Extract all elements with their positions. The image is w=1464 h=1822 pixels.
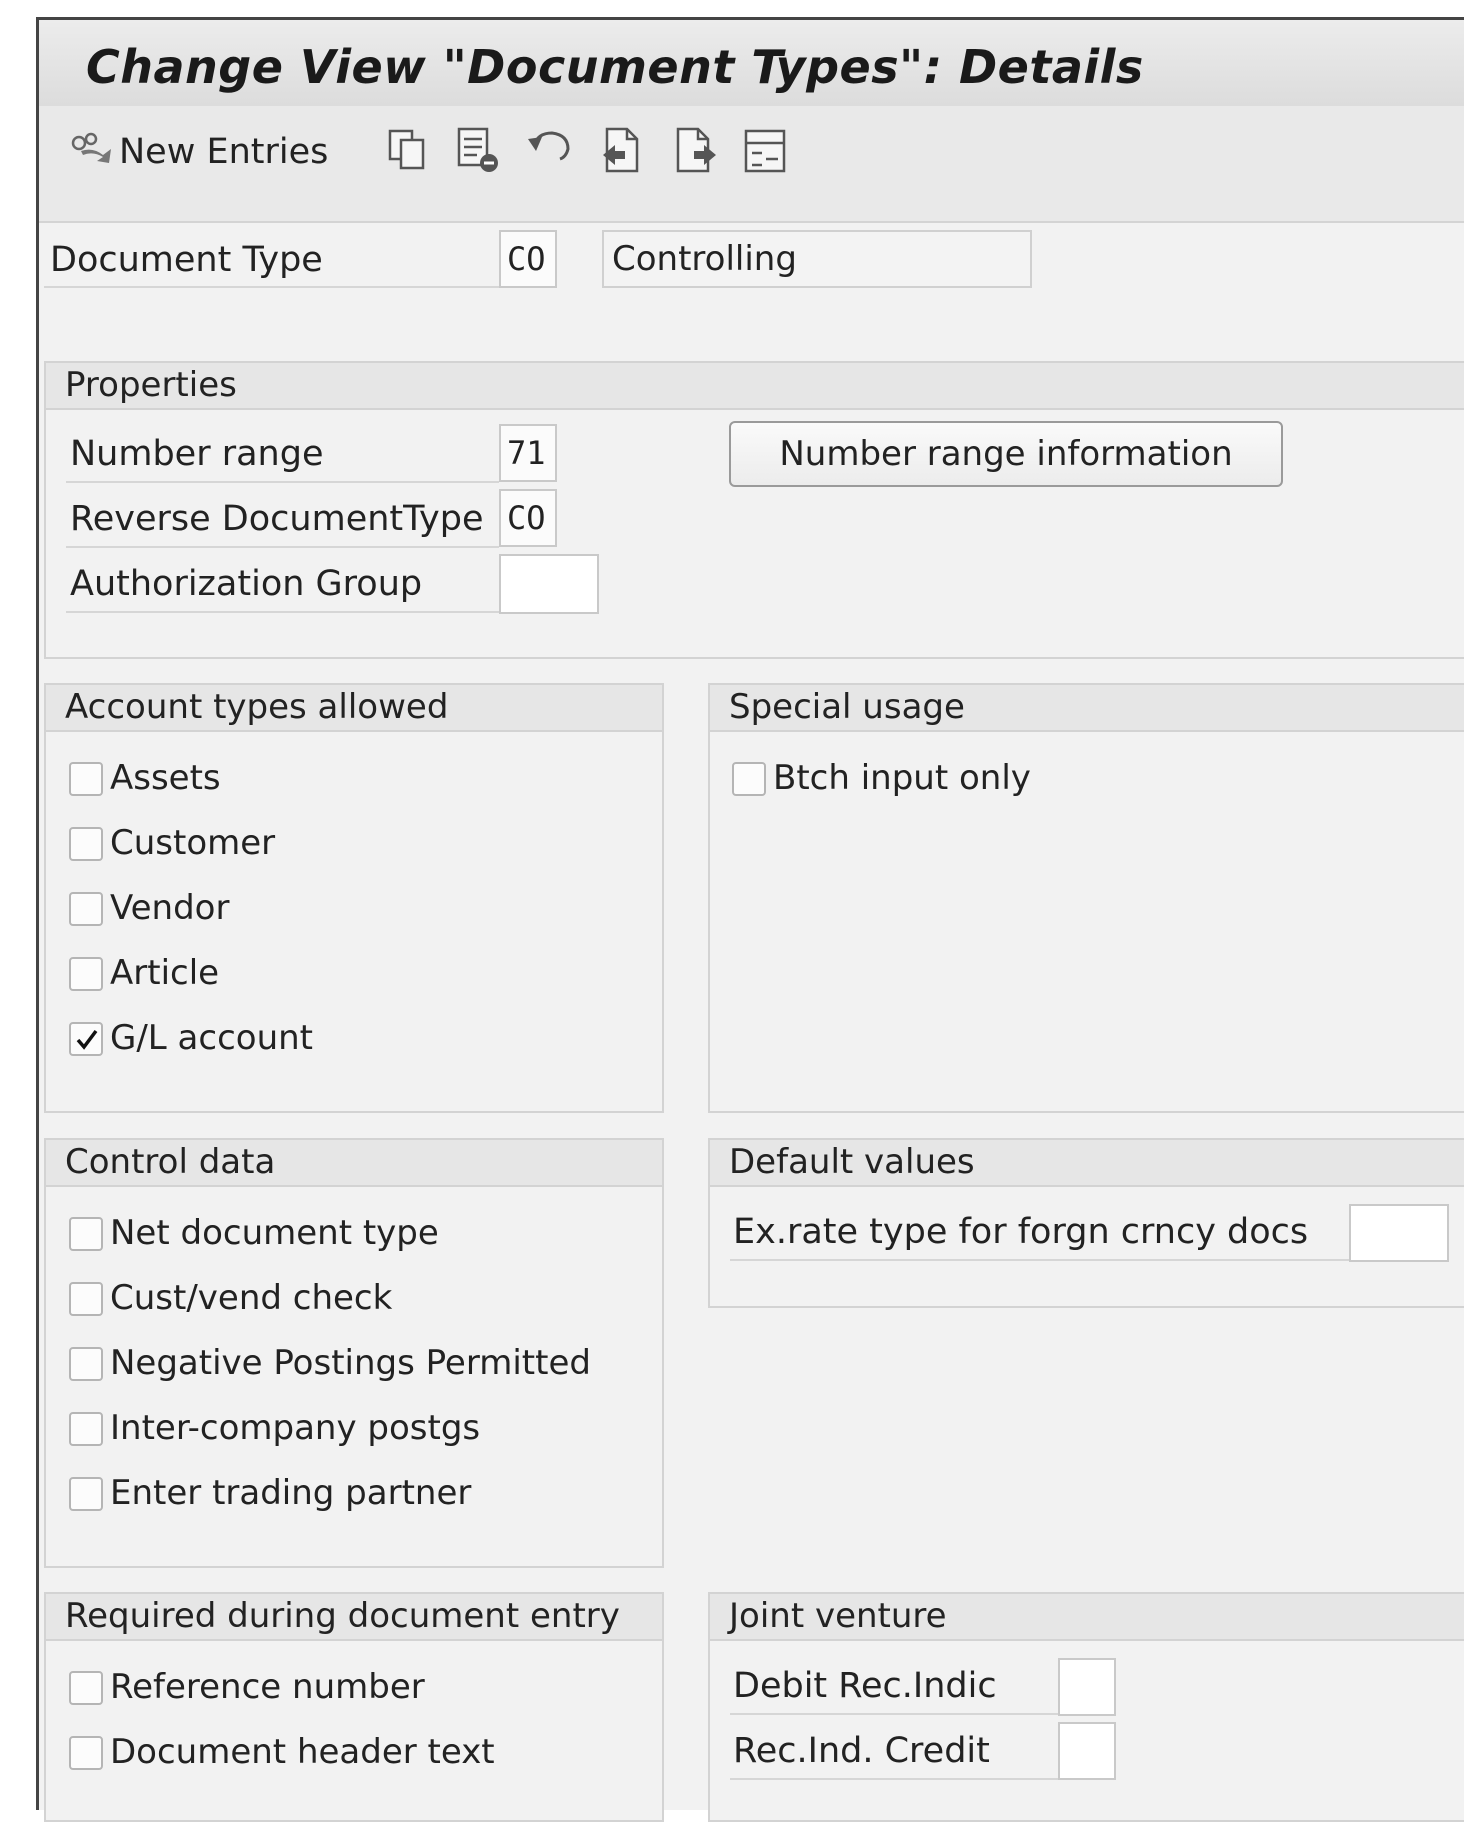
debit-rec-indic-field[interactable] (1058, 1658, 1116, 1716)
account-type-checkbox[interactable] (69, 957, 103, 991)
account-type-label: G/L account (110, 1018, 314, 1058)
next-entry-icon[interactable] (673, 124, 719, 176)
account-types-header: Account types allowed (46, 685, 662, 732)
special-usage-header: Special usage (710, 685, 1464, 732)
account-types-heading: Account types allowed (65, 687, 449, 727)
row-divider (44, 286, 499, 288)
reverse-doc-type-field[interactable]: CO (499, 489, 557, 547)
account-type-checkbox[interactable] (69, 1022, 103, 1056)
authorization-group-label: Authorization Group (70, 564, 423, 604)
control-data-label: Net document type (110, 1213, 439, 1253)
joint-venture-heading: Joint venture (729, 1596, 947, 1636)
control-data-label: Inter-company postgs (110, 1408, 481, 1448)
copy-icon[interactable] (385, 126, 431, 174)
page-title: Change View "Document Types": Details (86, 40, 1144, 94)
control-data-label: Cust/vend check (110, 1278, 393, 1318)
row-divider (730, 1713, 1058, 1715)
special-usage-group: Special usage (708, 683, 1464, 1113)
delete-icon[interactable] (454, 124, 504, 176)
previous-entry-icon[interactable] (598, 124, 644, 176)
row-divider (730, 1259, 1349, 1261)
account-type-label: Vendor (110, 888, 230, 928)
account-type-checkbox[interactable] (69, 827, 103, 861)
document-type-description: Controlling (602, 230, 1032, 288)
control-data-checkbox[interactable] (69, 1217, 103, 1251)
default-values-header: Default values (710, 1140, 1464, 1187)
new-entries-button[interactable]: New Entries (119, 132, 328, 172)
required-entry-checkbox[interactable] (69, 1736, 103, 1770)
row-divider (66, 611, 499, 613)
properties-header: Properties (46, 363, 1464, 410)
document-type-field[interactable]: CO (499, 230, 557, 288)
document-type-label: Document Type (50, 240, 323, 280)
control-data-checkbox[interactable] (69, 1412, 103, 1446)
account-type-label: Assets (110, 758, 221, 798)
number-range-label: Number range (70, 434, 324, 474)
account-type-checkbox[interactable] (69, 762, 103, 796)
required-entry-heading: Required during document entry (65, 1596, 620, 1636)
special-usage-heading: Special usage (729, 687, 965, 727)
title-bar: Change View "Document Types": Details (39, 20, 1464, 106)
control-data-header: Control data (46, 1140, 662, 1187)
row-divider (66, 481, 499, 483)
special-usage-label: Btch input only (773, 758, 1031, 798)
debit-rec-indic-label: Debit Rec.Indic (733, 1666, 997, 1706)
required-entry-label: Document header text (110, 1732, 495, 1772)
account-type-label: Customer (110, 823, 276, 863)
required-entry-group: Required during document entry (44, 1592, 664, 1822)
control-data-checkbox[interactable] (69, 1347, 103, 1381)
joint-venture-header: Joint venture (710, 1594, 1464, 1641)
rec-ind-credit-field[interactable] (1058, 1722, 1116, 1780)
authorization-group-field[interactable] (499, 554, 599, 614)
checkmark-icon (76, 1029, 98, 1050)
undo-icon[interactable] (525, 126, 575, 170)
reverse-doc-type-label: Reverse DocumentType (70, 499, 484, 539)
variable-list-icon[interactable] (741, 126, 789, 176)
default-values-heading: Default values (729, 1142, 975, 1182)
rec-ind-credit-label: Rec.Ind. Credit (733, 1731, 990, 1771)
special-usage-checkbox[interactable] (732, 762, 766, 796)
row-divider (66, 546, 499, 548)
exrate-type-field[interactable] (1349, 1204, 1449, 1262)
properties-heading: Properties (65, 365, 237, 405)
row-divider (730, 1778, 1058, 1780)
exrate-type-label: Ex.rate type for forgn crncy docs (733, 1212, 1309, 1252)
control-data-label: Negative Postings Permitted (110, 1343, 591, 1383)
control-data-checkbox[interactable] (69, 1282, 103, 1316)
account-type-checkbox[interactable] (69, 892, 103, 926)
number-range-information-button[interactable]: Number range information (729, 421, 1283, 487)
number-range-field[interactable]: 71 (499, 424, 557, 482)
control-data-heading: Control data (65, 1142, 276, 1182)
other-view-icon[interactable] (66, 128, 120, 174)
control-data-label: Enter trading partner (110, 1473, 472, 1513)
required-entry-checkbox[interactable] (69, 1671, 103, 1705)
required-entry-label: Reference number (110, 1667, 425, 1707)
required-entry-header: Required during document entry (46, 1594, 662, 1641)
control-data-checkbox[interactable] (69, 1477, 103, 1511)
account-type-label: Article (110, 953, 220, 993)
